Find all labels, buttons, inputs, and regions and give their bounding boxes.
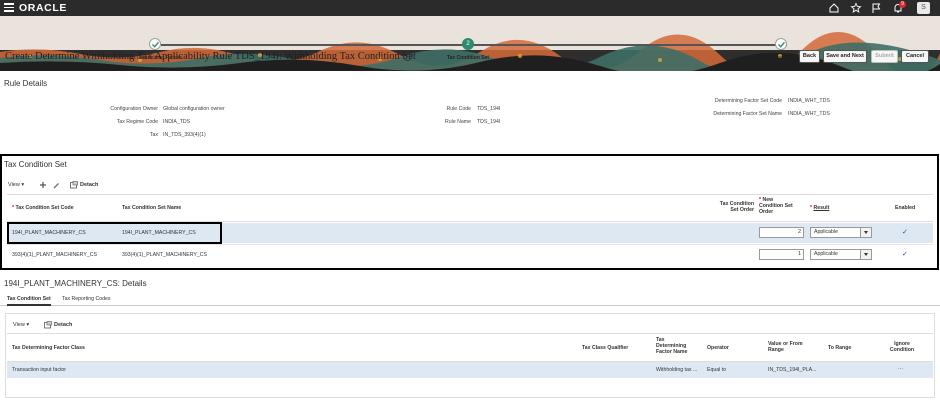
detach-button[interactable]: Detach <box>80 182 98 188</box>
tax-condition-set-title: Tax Condition Set <box>4 160 67 169</box>
back-button[interactable]: Back <box>799 50 820 63</box>
train-line <box>161 44 787 46</box>
edit-icon[interactable] <box>52 181 60 189</box>
determining-factor-set-name-label: Determining Factor Set Name <box>713 111 782 117</box>
notification-badge: 9 <box>899 1 906 8</box>
star-icon[interactable] <box>850 2 862 14</box>
determining-factor-set-code-label: Determining Factor Set Code <box>714 98 782 104</box>
col-header-ignore-line2: Condition <box>889 347 915 353</box>
rule-name-label: Rule Name <box>445 119 471 125</box>
train-step-1[interactable] <box>149 38 161 50</box>
result-select-value: Applicable <box>814 229 838 235</box>
train-step-2-label: Tax Condition Set <box>446 55 490 61</box>
new-order-input[interactable]: 2 <box>759 227 804 238</box>
col-header-new-order-line3: Order <box>759 209 774 215</box>
tax-regime-code-label: Tax Regime Code <box>116 119 158 125</box>
home-icon[interactable] <box>828 2 840 14</box>
col-header-name[interactable]: Tax Condition Set Name <box>122 205 181 211</box>
details-table <box>5 313 935 398</box>
row-factor-name: Withholding tax ... <box>656 367 698 373</box>
determining-factor-set-name-value: INDIA_WHT_TDS <box>788 111 830 117</box>
row-factor-class: Transaction input factor <box>12 367 67 373</box>
col-header-result-label: Result <box>813 205 830 211</box>
col-header-value-line2: Range <box>768 347 784 353</box>
table-divider <box>7 333 933 334</box>
col-header-set-order-line2: Set Order <box>730 207 754 213</box>
determining-factor-set-code-value: INDIA_WHT_TDS <box>788 98 830 104</box>
row-name: 393(4)(1)_PLANT_MACHINERY_CS <box>122 252 207 258</box>
tab-tax-condition-set[interactable]: Tax Condition Set <box>7 296 51 306</box>
add-icon[interactable] <box>39 181 47 189</box>
col-header-factor-name[interactable]: Tax Determining Factor Name <box>656 337 687 355</box>
table-divider <box>7 194 933 195</box>
col-header-new-order[interactable]: * New Condition Set Order <box>759 197 793 215</box>
tax-label: Tax <box>149 132 158 138</box>
new-order-input[interactable]: 1 <box>759 249 804 260</box>
configuration-owner-label: Configuration Owner <box>110 106 158 112</box>
top-bar: ORACLE 9 S <box>0 0 940 16</box>
rule-code-value: TDS_194I <box>477 106 501 112</box>
col-header-set-order[interactable]: Tax Condition Set Order <box>704 201 754 213</box>
result-select[interactable]: Applicable <box>810 249 872 260</box>
row-operator: Equal to <box>707 367 727 373</box>
details-view-label: View <box>13 322 25 328</box>
flag-icon[interactable] <box>870 2 882 14</box>
header-banner: 2 Tax Determining Factors Tax Condition … <box>0 16 940 71</box>
details-detach-button[interactable]: Detach <box>54 322 72 328</box>
col-header-result[interactable]: * Result <box>810 205 829 211</box>
details-tabs: Tax Condition Set Tax Reporting Codes <box>0 293 940 306</box>
row-value: IN_TDS_194I_PLA... <box>768 367 817 373</box>
train-step-3[interactable] <box>775 38 787 50</box>
row-ignore: ... <box>898 365 904 371</box>
submit-button[interactable]: Submit <box>871 50 898 63</box>
detach-icon[interactable] <box>70 181 78 189</box>
result-select[interactable]: Applicable <box>810 227 872 238</box>
oracle-logo: ORACLE <box>19 2 67 14</box>
rule-code-label: Rule Code <box>446 106 471 112</box>
avatar[interactable]: S <box>917 2 930 14</box>
menu-icon[interactable] <box>4 3 14 12</box>
col-header-to-range[interactable]: To Range <box>828 345 851 351</box>
tax-regime-code-value: INDIA_TDS <box>163 119 191 125</box>
check-icon <box>152 41 160 48</box>
col-header-operator[interactable]: Operator <box>707 345 729 351</box>
cancel-button[interactable]: Cancel <box>901 50 929 63</box>
configuration-owner-value: Global configuration owner <box>163 106 225 112</box>
col-header-value[interactable]: Value or From Range <box>768 341 803 353</box>
rule-details-title: Rule Details <box>4 79 48 88</box>
row-code: 393(4)(1)_PLANT_MACHINERY_CS <box>12 252 97 258</box>
train-step-2[interactable]: 2 <box>462 38 474 50</box>
col-header-factor-name-line3: Factor Name <box>656 349 688 355</box>
help-icon[interactable]: ? <box>403 52 412 61</box>
check-icon <box>778 41 786 48</box>
col-header-ignore-condition[interactable]: Ignore Condition <box>884 341 920 353</box>
enabled-checkbox[interactable]: ✓ <box>902 228 908 236</box>
details-title: 194I_PLANT_MACHINERY_CS: Details <box>4 279 147 288</box>
page-title: Create Determine Withholding Tax Applica… <box>5 51 416 62</box>
view-label: View <box>8 182 20 188</box>
rule-name-value: TDS_194I <box>477 119 501 125</box>
selected-cell-highlight <box>7 222 222 244</box>
view-menu[interactable]: View ▾ <box>8 182 24 188</box>
save-and-next-button[interactable]: Save and Next <box>823 50 867 63</box>
result-select-value: Applicable <box>814 251 838 257</box>
tax-value: IN_TDS_393(4)(1) <box>163 132 206 138</box>
tab-tax-reporting-codes[interactable]: Tax Reporting Codes <box>62 296 110 302</box>
col-header-code-label: Tax Condition Set Code <box>15 205 74 211</box>
detach-icon[interactable] <box>44 321 52 329</box>
col-header-code[interactable]: * Tax Condition Set Code <box>12 205 74 211</box>
col-header-factor-class[interactable]: Tax Determining Factor Class <box>12 345 85 351</box>
enabled-checkbox[interactable]: ✓ <box>902 250 908 258</box>
details-view-menu[interactable]: View ▾ <box>13 322 29 328</box>
col-header-class-qualifier[interactable]: Tax Class Qualifier <box>582 345 628 351</box>
chevron-down-icon <box>860 250 871 259</box>
col-header-enabled[interactable]: Enabled <box>895 205 915 211</box>
chevron-down-icon <box>860 228 871 237</box>
